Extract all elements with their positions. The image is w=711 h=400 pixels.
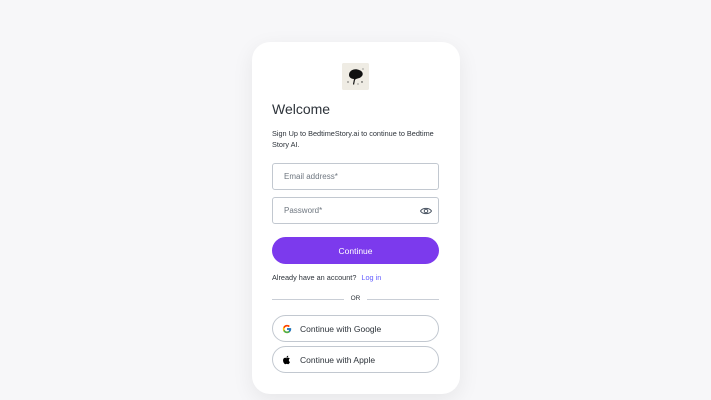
signup-card: Welcome Sign Up to BedtimeStory.ai to co… — [252, 42, 460, 394]
login-prompt-text: Already have an account? — [272, 273, 357, 282]
apple-button-label: Continue with Apple — [300, 354, 376, 365]
apple-button[interactable]: Continue with Apple — [272, 346, 439, 373]
divider-line-right — [367, 299, 439, 300]
google-button-label: Continue with Google — [300, 323, 382, 334]
email-input[interactable] — [273, 164, 438, 189]
apple-icon — [282, 355, 292, 365]
google-icon — [282, 324, 292, 334]
eye-icon[interactable] — [420, 206, 432, 216]
continue-button[interactable]: Continue — [272, 237, 439, 264]
page-subtitle: Sign Up to BedtimeStory.ai to continue t… — [272, 129, 434, 149]
password-field-box — [272, 197, 439, 224]
page-title: Welcome — [272, 101, 331, 117]
login-link[interactable]: Log in — [361, 273, 381, 282]
google-button[interactable]: Continue with Google — [272, 315, 439, 342]
password-input[interactable] — [273, 198, 438, 223]
story-logo-icon — [342, 63, 369, 90]
or-divider: OR — [272, 294, 439, 304]
login-prompt: Already have an account? Log in — [272, 273, 381, 282]
email-field-box — [272, 163, 439, 190]
